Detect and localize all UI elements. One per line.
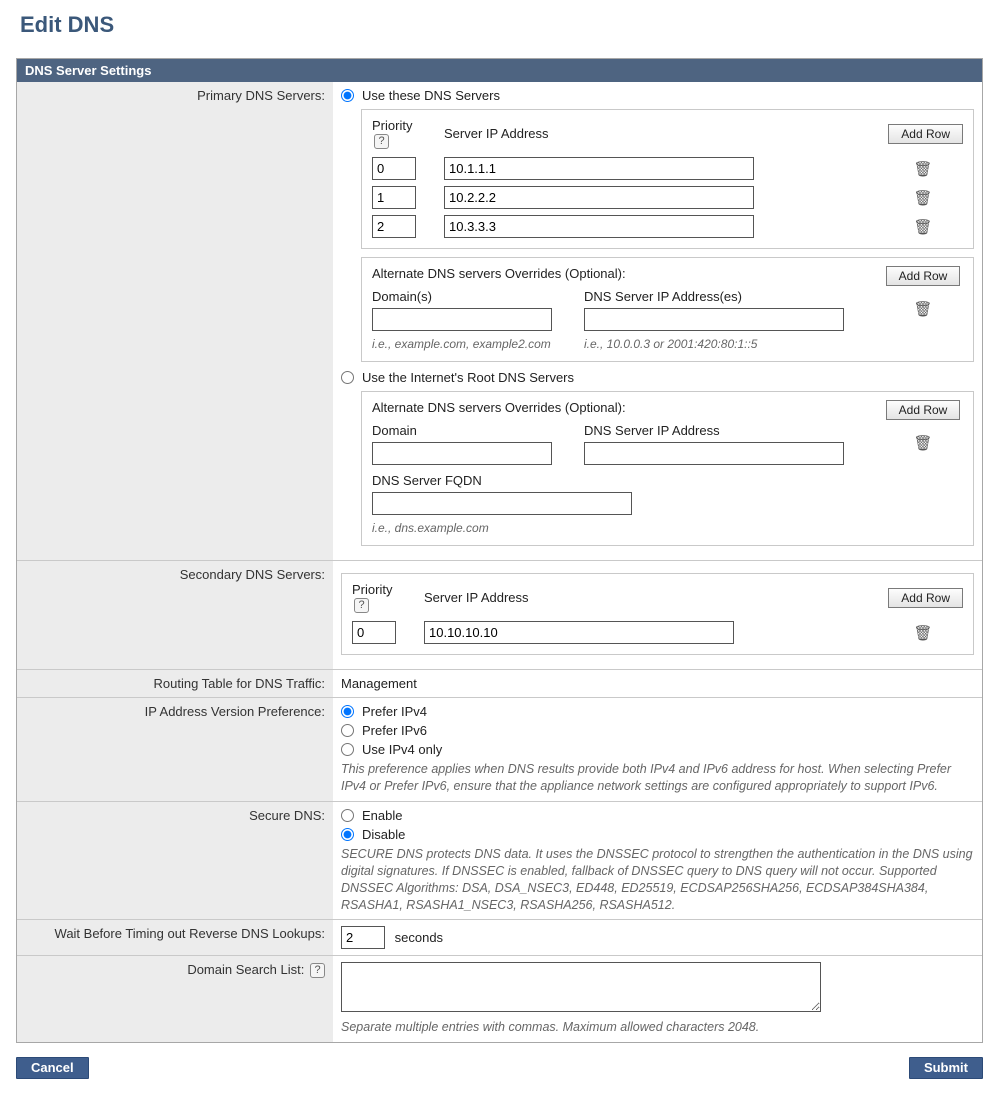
alt-col-fqdn-label: DNS Server FQDN — [372, 473, 871, 488]
secondary-dns-box: Priority ? Server IP Address Add Row 🗑 — [341, 573, 974, 655]
secure-dns-note: SECURE DNS protects DNS data. It uses th… — [341, 846, 974, 914]
domain-search-hint: Separate multiple entries with commas. M… — [341, 1019, 974, 1036]
ip-version-note: This preference applies when DNS results… — [341, 761, 974, 795]
alt-override-box-1: Alternate DNS servers Overrides (Optiona… — [361, 257, 974, 362]
label-primary-dns: Primary DNS Servers: — [17, 82, 333, 561]
radio-prefer-ipv6-label: Prefer IPv6 — [362, 723, 427, 738]
alt-fqdn-hint: i.e., dns.example.com — [372, 521, 871, 535]
radio-secure-dns-disable[interactable] — [341, 828, 354, 841]
dns-settings-panel: DNS Server Settings Primary DNS Servers:… — [16, 58, 983, 1043]
alt-override-title: Alternate DNS servers Overrides (Optiona… — [372, 400, 871, 415]
alt-domain-input[interactable] — [372, 308, 552, 331]
label-ip-version: IP Address Version Preference: — [17, 698, 333, 802]
trash-icon[interactable]: 🗑 — [913, 160, 932, 178]
alt-col-domain-label: Domain — [372, 423, 572, 438]
add-row-button[interactable]: Add Row — [886, 266, 961, 286]
col-priority-label: Priority — [352, 582, 392, 597]
label-domain-search: Domain Search List: ? — [17, 956, 333, 1042]
priority-input[interactable] — [372, 215, 416, 238]
cancel-button[interactable]: Cancel — [16, 1057, 89, 1079]
add-row-button[interactable]: Add Row — [886, 400, 961, 420]
col-priority-label: Priority — [372, 118, 412, 133]
alt-ip-input[interactable] — [584, 308, 844, 331]
add-row-button[interactable]: Add Row — [888, 124, 963, 144]
radio-prefer-ipv6[interactable] — [341, 724, 354, 737]
radio-ipv4-only-label: Use IPv4 only — [362, 742, 442, 757]
settings-table: Primary DNS Servers: Use these DNS Serve… — [17, 82, 982, 1042]
help-icon[interactable]: ? — [310, 963, 325, 978]
label-routing-table: Routing Table for DNS Traffic: — [17, 670, 333, 698]
trash-icon[interactable]: 🗑 — [913, 218, 932, 236]
alt-ip-input[interactable] — [584, 442, 844, 465]
page-title: Edit DNS — [20, 12, 983, 38]
radio-secure-dns-disable-label: Disable — [362, 827, 405, 842]
radio-secure-dns-enable[interactable] — [341, 809, 354, 822]
radio-prefer-ipv4[interactable] — [341, 705, 354, 718]
radio-prefer-ipv4-label: Prefer IPv4 — [362, 704, 427, 719]
primary-dns-row: 🗑 — [372, 215, 963, 238]
radio-use-these-dns-label: Use these DNS Servers — [362, 88, 500, 103]
reverse-timeout-input[interactable] — [341, 926, 385, 949]
alt-col-ip-label: DNS Server IP Address — [584, 423, 871, 438]
alt-ip-hint: i.e., 10.0.0.3 or 2001:420:80:1::5 — [584, 337, 871, 351]
server-ip-input[interactable] — [444, 157, 754, 180]
alt-override-box-2: Alternate DNS servers Overrides (Optiona… — [361, 391, 974, 546]
alt-override-title: Alternate DNS servers Overrides (Optiona… — [372, 266, 871, 281]
alt-fqdn-input[interactable] — [372, 492, 632, 515]
priority-input[interactable] — [372, 186, 416, 209]
alt-col-ip-label: DNS Server IP Address(es) — [584, 289, 871, 304]
footer-buttons: Cancel Submit — [16, 1057, 983, 1079]
routing-table-value: Management — [333, 670, 982, 698]
radio-use-root-dns-label: Use the Internet's Root DNS Servers — [362, 370, 574, 385]
radio-use-these-dns[interactable] — [341, 89, 354, 102]
col-serverip-label: Server IP Address — [444, 126, 871, 141]
secondary-dns-row: 🗑 — [352, 621, 963, 644]
trash-icon[interactable]: 🗑 — [913, 189, 932, 207]
help-icon[interactable]: ? — [374, 134, 389, 149]
submit-button[interactable]: Submit — [909, 1057, 983, 1079]
col-serverip-label: Server IP Address — [424, 590, 871, 605]
priority-input[interactable] — [352, 621, 396, 644]
domain-search-input[interactable] — [341, 962, 821, 1012]
label-secondary-dns: Secondary DNS Servers: — [17, 561, 333, 670]
label-reverse-timeout: Wait Before Timing out Reverse DNS Looku… — [17, 920, 333, 956]
help-icon[interactable]: ? — [354, 598, 369, 613]
alt-domain-input[interactable] — [372, 442, 552, 465]
server-ip-input[interactable] — [444, 215, 754, 238]
primary-dns-row: 🗑 — [372, 186, 963, 209]
primary-dns-box: Priority ? Server IP Address Add Row 🗑 — [361, 109, 974, 249]
panel-header: DNS Server Settings — [17, 59, 982, 82]
radio-ipv4-only[interactable] — [341, 743, 354, 756]
trash-icon[interactable]: 🗑 — [913, 434, 932, 452]
trash-icon[interactable]: 🗑 — [913, 624, 932, 642]
label-secure-dns: Secure DNS: — [17, 801, 333, 920]
radio-use-root-dns[interactable] — [341, 371, 354, 384]
primary-dns-row: 🗑 — [372, 157, 963, 180]
add-row-button[interactable]: Add Row — [888, 588, 963, 608]
trash-icon[interactable]: 🗑 — [913, 300, 932, 318]
radio-secure-dns-enable-label: Enable — [362, 808, 402, 823]
server-ip-input[interactable] — [444, 186, 754, 209]
alt-col-domain-label: Domain(s) — [372, 289, 572, 304]
seconds-label: seconds — [395, 930, 443, 945]
alt-domain-hint: i.e., example.com, example2.com — [372, 337, 572, 351]
server-ip-input[interactable] — [424, 621, 734, 644]
priority-input[interactable] — [372, 157, 416, 180]
